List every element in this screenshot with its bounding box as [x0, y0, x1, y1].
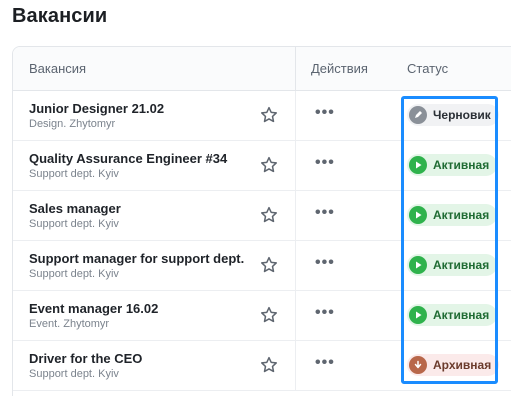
star-icon[interactable] — [259, 305, 279, 325]
status-label: Черновик — [433, 108, 491, 122]
vacancy-title[interactable]: Sales manager — [29, 201, 121, 216]
vacancy-subtitle: Support dept. Kyiv — [29, 218, 119, 230]
vacancy-title[interactable]: Junior Designer 21.02 — [29, 101, 164, 116]
status-label: Активная — [433, 158, 490, 172]
column-divider — [295, 341, 296, 390]
column-divider — [295, 191, 296, 240]
status-label: Активная — [433, 258, 490, 272]
vacancy-title[interactable]: Driver for the CEO — [29, 351, 142, 366]
play-icon — [409, 306, 427, 324]
table-row[interactable]: Support manager for support dept. Suppor… — [13, 241, 511, 291]
status-badge[interactable]: Активная — [407, 204, 498, 226]
vacancy-subtitle: Support dept. Kyiv — [29, 268, 119, 280]
status-badge[interactable]: Активная — [407, 154, 498, 176]
arrow-down-icon — [409, 356, 427, 374]
star-icon[interactable] — [259, 355, 279, 375]
column-divider — [295, 141, 296, 190]
status-badge[interactable]: Активная — [407, 254, 498, 276]
table-row[interactable]: Event manager 16.02 Event. Zhytomyr ••• … — [13, 291, 511, 341]
more-actions-icon[interactable]: ••• — [315, 255, 335, 272]
table-row[interactable]: Quality Assurance Engineer #34 Support d… — [13, 141, 511, 191]
vacancy-title[interactable]: Event manager 16.02 — [29, 301, 158, 316]
column-divider — [295, 47, 296, 90]
more-actions-icon[interactable]: ••• — [315, 355, 335, 372]
more-actions-icon[interactable]: ••• — [315, 205, 335, 222]
star-icon[interactable] — [259, 155, 279, 175]
play-icon — [409, 156, 427, 174]
more-actions-icon[interactable]: ••• — [315, 305, 335, 322]
vacancy-title[interactable]: Support manager for support dept. — [29, 251, 244, 266]
star-icon[interactable] — [259, 255, 279, 275]
vacancy-subtitle: Support dept. Kyiv — [29, 168, 119, 180]
table-row[interactable]: Junior Designer 21.02 Design. Zhytomyr •… — [13, 91, 511, 141]
column-header-actions: Действия — [311, 61, 368, 76]
status-badge[interactable]: Черновик — [407, 104, 499, 126]
vacancy-subtitle: Event. Zhytomyr — [29, 318, 110, 330]
status-label: Архивная — [433, 358, 492, 372]
status-label: Активная — [433, 308, 490, 322]
status-badge[interactable]: Архивная — [407, 354, 500, 376]
star-icon[interactable] — [259, 205, 279, 225]
play-icon — [409, 206, 427, 224]
play-icon — [409, 256, 427, 274]
vacancies-table: Вакансия Действия Статус Junior Designer… — [12, 46, 511, 396]
column-header-vacancy[interactable]: Вакансия — [29, 47, 86, 91]
vacancy-title[interactable]: Quality Assurance Engineer #34 — [29, 151, 227, 166]
more-actions-icon[interactable]: ••• — [315, 155, 335, 172]
status-label: Активная — [433, 208, 490, 222]
table-header: Вакансия Действия Статус — [13, 47, 511, 91]
table-row[interactable]: Sales manager Support dept. Kyiv ••• Акт… — [13, 191, 511, 241]
more-actions-icon[interactable]: ••• — [315, 105, 335, 122]
page-title: Вакансии — [12, 5, 108, 27]
column-header-status[interactable]: Статус — [407, 47, 448, 91]
column-divider — [295, 291, 296, 340]
star-icon[interactable] — [259, 105, 279, 125]
column-divider — [295, 241, 296, 290]
status-badge[interactable]: Активная — [407, 304, 498, 326]
table-row[interactable]: Driver for the CEO Support dept. Kyiv ••… — [13, 341, 511, 391]
column-divider — [295, 91, 296, 140]
vacancy-subtitle: Support dept. Kyiv — [29, 368, 119, 380]
pencil-icon — [409, 106, 427, 124]
vacancy-subtitle: Design. Zhytomyr — [29, 118, 116, 130]
